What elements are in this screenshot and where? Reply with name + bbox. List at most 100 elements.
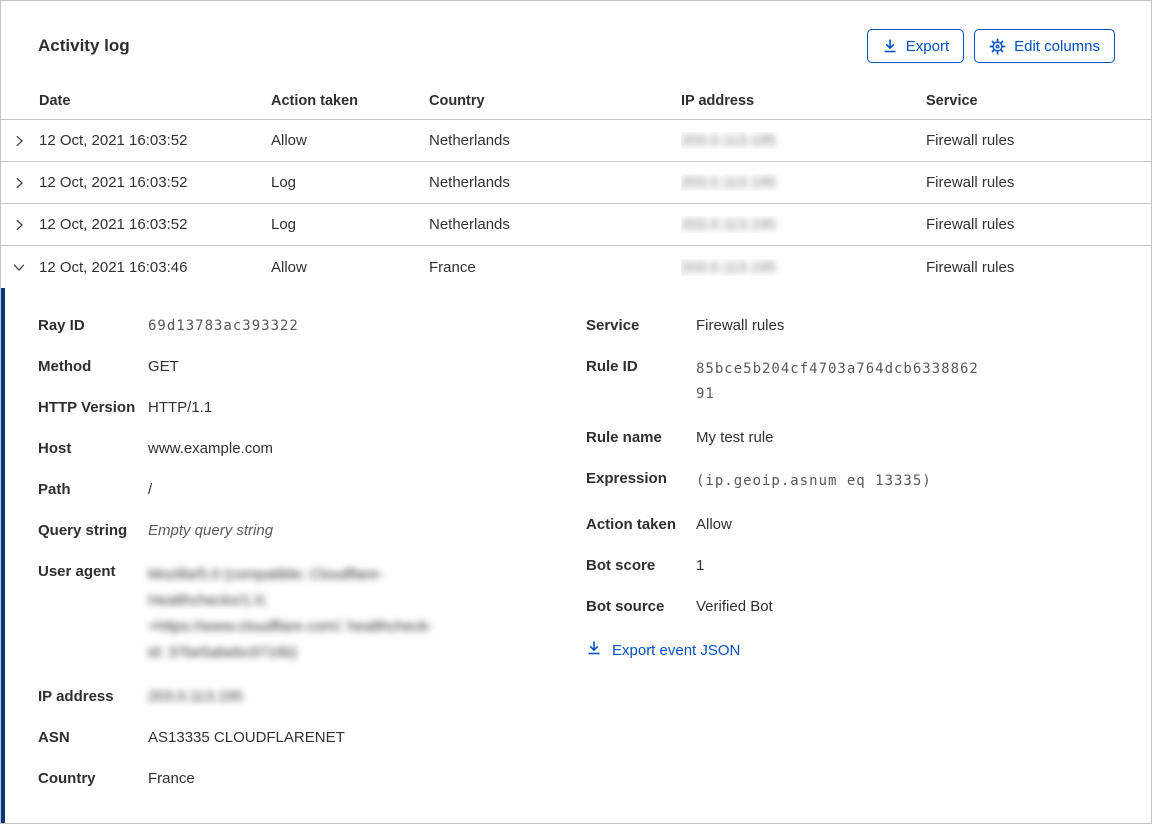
header-cell-ip: IP address <box>681 93 926 120</box>
edit-columns-button[interactable]: Edit columns <box>974 29 1115 63</box>
detail-row-bot-source: Bot source Verified Bot <box>586 597 1115 617</box>
detail-value-path: / <box>148 480 152 500</box>
toolbar: Activity log Export <box>1 1 1151 81</box>
export-event-json-label: Export event JSON <box>612 642 740 659</box>
detail-row-country: Country France <box>38 769 586 789</box>
detail-row-expression: Expression (ip.geoip.asnum eq 13335) <box>586 469 1115 494</box>
table-row-expanded[interactable]: 12 Oct, 2021 16:03:46 Allow France 203.0… <box>1 246 1151 288</box>
cell-date: 12 Oct, 2021 16:03:52 <box>39 132 271 149</box>
detail-value-expression: (ip.geoip.asnum eq 13335) <box>696 469 986 494</box>
detail-value-ray-id: 69d13783ac393322 <box>148 316 299 336</box>
cell-service: Firewall rules <box>926 132 1151 149</box>
detail-value-country: France <box>148 769 195 789</box>
event-details-left-column: Ray ID 69d13783ac393322 Method GET HTTP … <box>38 316 586 799</box>
cell-action-taken: Allow <box>271 132 429 149</box>
detail-label: HTTP Version <box>38 398 148 418</box>
detail-value-asn: AS13335 CLOUDFLARENET <box>148 728 345 748</box>
detail-value-rule-name: My test rule <box>696 428 774 448</box>
detail-label: Expression <box>586 469 696 494</box>
cell-action-taken: Allow <box>271 259 429 276</box>
detail-row-asn: ASN AS13335 CLOUDFLARENET <box>38 728 586 748</box>
detail-row-user-agent: User agent Mozilla/5.0 (compatible; Clou… <box>38 562 586 666</box>
cell-ip-redacted: 203.0.113.195 <box>681 259 776 276</box>
event-details-panel: Ray ID 69d13783ac393322 Method GET HTTP … <box>1 288 1151 823</box>
detail-label: User agent <box>38 562 148 666</box>
detail-row-http-version: HTTP Version HTTP/1.1 <box>38 398 586 418</box>
detail-value-ip-redacted: 203.0.113.195 <box>148 687 243 707</box>
cell-service: Firewall rules <box>926 259 1151 276</box>
detail-label: Rule name <box>586 428 696 448</box>
chevron-right-icon[interactable] <box>1 176 39 190</box>
detail-row-ray-id: Ray ID 69d13783ac393322 <box>38 316 586 336</box>
chevron-right-icon[interactable] <box>1 134 39 148</box>
cell-service: Firewall rules <box>926 174 1151 191</box>
table-header: Date Action taken Country IP address Ser… <box>1 81 1151 120</box>
detail-value-host: www.example.com <box>148 439 273 459</box>
detail-value-service: Firewall rules <box>696 316 784 336</box>
detail-label: Rule ID <box>586 357 696 407</box>
cell-date: 12 Oct, 2021 16:03:52 <box>39 216 271 233</box>
activity-log-panel: Activity log Export <box>0 0 1152 824</box>
export-button[interactable]: Export <box>867 29 964 63</box>
detail-label: Path <box>38 480 148 500</box>
detail-row-method: Method GET <box>38 357 586 377</box>
cell-date: 12 Oct, 2021 16:03:46 <box>39 259 271 276</box>
cell-ip-redacted: 203.0.113.195 <box>681 174 776 191</box>
header-cell-action: Action taken <box>271 93 429 120</box>
cell-country: Netherlands <box>429 216 681 233</box>
cell-action-taken: Log <box>271 174 429 191</box>
detail-row-action-taken: Action taken Allow <box>586 515 1115 535</box>
event-details-right-column: Service Firewall rules Rule ID 85bce5b20… <box>586 316 1115 799</box>
detail-row-rule-name: Rule name My test rule <box>586 428 1115 448</box>
detail-label: Host <box>38 439 148 459</box>
detail-row-query-string: Query string Empty query string <box>38 521 586 541</box>
detail-value-bot-source: Verified Bot <box>696 597 773 617</box>
detail-value-query-string: Empty query string <box>148 521 273 541</box>
detail-label: Query string <box>38 521 148 541</box>
cell-action-taken: Log <box>271 216 429 233</box>
download-icon <box>882 38 898 54</box>
toolbar-buttons: Export <box>867 29 1115 63</box>
gear-icon <box>989 38 1006 55</box>
detail-value-bot-score: 1 <box>696 556 704 576</box>
cell-service: Firewall rules <box>926 216 1151 233</box>
export-event-json-link[interactable]: Export event JSON <box>586 640 740 660</box>
detail-row-rule-id: Rule ID 85bce5b204cf4703a764dcb633886291 <box>586 357 1115 407</box>
detail-row-bot-score: Bot score 1 <box>586 556 1115 576</box>
detail-row-path: Path / <box>38 480 586 500</box>
cell-date: 12 Oct, 2021 16:03:52 <box>39 174 271 191</box>
detail-row-host: Host www.example.com <box>38 439 586 459</box>
table-row[interactable]: 12 Oct, 2021 16:03:52 Allow Netherlands … <box>1 120 1151 162</box>
detail-label: IP address <box>38 687 148 707</box>
page-title: Activity log <box>38 36 130 56</box>
export-button-label: Export <box>906 38 949 55</box>
cell-country: Netherlands <box>429 132 681 149</box>
detail-value-rule-id: 85bce5b204cf4703a764dcb633886291 <box>696 357 986 407</box>
download-icon <box>586 640 602 660</box>
header-cell-service: Service <box>926 93 1151 120</box>
detail-row-service: Service Firewall rules <box>586 316 1115 336</box>
chevron-down-icon[interactable] <box>1 260 39 274</box>
cell-country: France <box>429 259 681 276</box>
header-cell-date: Date <box>39 93 271 120</box>
chevron-right-icon[interactable] <box>1 218 39 232</box>
detail-value-action-taken: Allow <box>696 515 732 535</box>
detail-value-http-version: HTTP/1.1 <box>148 398 212 418</box>
detail-label: Bot source <box>586 597 696 617</box>
cell-ip-redacted: 203.0.113.195 <box>681 216 776 233</box>
header-cell-country: Country <box>429 93 681 120</box>
table-row[interactable]: 12 Oct, 2021 16:03:52 Log Netherlands 20… <box>1 204 1151 246</box>
edit-columns-button-label: Edit columns <box>1014 38 1100 55</box>
detail-label: Method <box>38 357 148 377</box>
cell-country: Netherlands <box>429 174 681 191</box>
table-row[interactable]: 12 Oct, 2021 16:03:52 Log Netherlands 20… <box>1 162 1151 204</box>
detail-label: Service <box>586 316 696 336</box>
detail-label: Ray ID <box>38 316 148 336</box>
detail-label: Action taken <box>586 515 696 535</box>
header-cell-expand <box>1 93 39 120</box>
detail-label: Country <box>38 769 148 789</box>
cell-ip-redacted: 203.0.113.195 <box>681 132 776 149</box>
detail-value-method: GET <box>148 357 179 377</box>
detail-label: ASN <box>38 728 148 748</box>
detail-row-ip-address: IP address 203.0.113.195 <box>38 687 586 707</box>
